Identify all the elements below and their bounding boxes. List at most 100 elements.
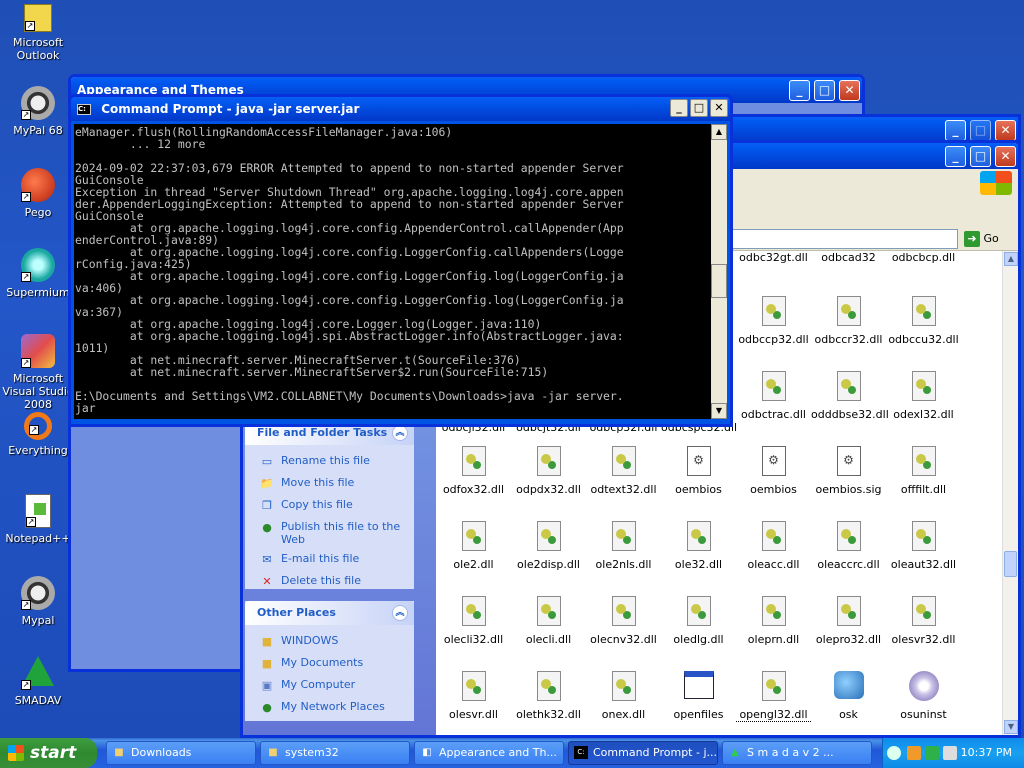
file-icon-wrap xyxy=(833,671,864,703)
file-item[interactable]: oleaut32.dll xyxy=(886,521,961,571)
file-item[interactable]: ole2disp.dll xyxy=(511,521,586,571)
scroll-up-arrow-icon[interactable]: ▲ xyxy=(1004,252,1018,266)
file-item[interactable]: oleprn.dll xyxy=(736,596,811,646)
file-item[interactable]: olecli.dll xyxy=(511,596,586,646)
file-item[interactable]: osk xyxy=(811,671,886,721)
file-item[interactable]: onex.dll xyxy=(586,671,661,721)
task-delete[interactable]: ✕ Delete this file xyxy=(245,571,414,593)
maximize-button[interactable]: □ xyxy=(814,80,835,101)
file-item[interactable]: odpdx32.dll xyxy=(511,446,586,496)
file-item[interactable]: odbccu32.dll xyxy=(886,296,961,346)
file-item[interactable]: olecli32.dll xyxy=(436,596,511,646)
desktop-icon-pego[interactable]: ↗ Pego xyxy=(0,168,76,219)
desktop-icon-visual-studio[interactable]: ↗ Microsoft Visual Studio 2008 xyxy=(0,334,76,411)
file-partial[interactable]: odbcbcp.dll xyxy=(886,251,961,264)
task-copy[interactable]: ❐ Copy this file xyxy=(245,495,414,517)
maximize-button[interactable]: □ xyxy=(970,120,991,141)
close-button[interactable]: ✕ xyxy=(995,120,1016,141)
file-partial[interactable]: odbc32gt.dll xyxy=(736,251,811,264)
minimize-button[interactable]: _ xyxy=(670,99,688,117)
file-item[interactable]: oembios xyxy=(736,446,811,496)
desktop-icon-outlook[interactable]: ↗ Microsoft Outlook xyxy=(0,4,76,62)
scroll-thumb[interactable] xyxy=(1004,551,1017,577)
other-places-header[interactable]: Other Places ︽ xyxy=(245,601,414,625)
task-email[interactable]: ✉ E-mail this file xyxy=(245,549,414,571)
file-item[interactable]: odfox32.dll xyxy=(436,446,511,496)
file-item[interactable]: olecnv32.dll xyxy=(586,596,661,646)
maximize-button[interactable]: □ xyxy=(690,99,708,117)
taskbar-item-system32[interactable]: ■ system32 xyxy=(260,741,410,765)
cmd-title-bar[interactable]: C: Command Prompt - java -jar server.jar… xyxy=(71,97,730,121)
tray-arrow-icon[interactable] xyxy=(887,746,901,760)
taskbar-item-command-prompt[interactable]: C: Command Prompt - j... xyxy=(568,741,718,765)
collapse-chevron-icon[interactable]: ︽ xyxy=(392,425,408,441)
close-button[interactable]: ✕ xyxy=(995,146,1016,167)
place-my-computer[interactable]: ▣ My Computer xyxy=(245,675,414,697)
place-windows[interactable]: ■ WINDOWS xyxy=(245,631,414,653)
file-item[interactable]: oledlg.dll xyxy=(661,596,736,646)
vertical-scrollbar[interactable]: ▲ ▼ xyxy=(1002,251,1018,735)
file-item[interactable]: oleacc.dll xyxy=(736,521,811,571)
minimize-button[interactable]: _ xyxy=(945,120,966,141)
place-my-documents[interactable]: ■ My Documents xyxy=(245,653,414,675)
close-button[interactable]: ✕ xyxy=(710,99,728,117)
start-button[interactable]: start xyxy=(0,738,97,768)
file-item[interactable]: odexl32.dll xyxy=(886,371,961,421)
task-rename[interactable]: ▭ Rename this file xyxy=(245,451,414,473)
cmd-scrollbar[interactable]: ▲ ▼ xyxy=(711,124,727,419)
tray-smadav-icon[interactable] xyxy=(925,746,939,760)
file-item[interactable]: offfilt.dll xyxy=(886,446,961,496)
scroll-thumb[interactable] xyxy=(711,264,727,298)
desktop-icon-mypal[interactable]: ↗ Mypal xyxy=(0,576,76,627)
minimize-button[interactable]: _ xyxy=(945,146,966,167)
file-item[interactable]: opengl32.dll xyxy=(736,671,811,722)
desktop-icon-supermium[interactable]: ↗ Supermium xyxy=(0,248,76,299)
file-item[interactable]: odbccp32.dll xyxy=(736,296,811,346)
file-item[interactable]: oleaccrc.dll xyxy=(811,521,886,571)
minimize-button[interactable]: _ xyxy=(789,80,810,101)
scroll-down-arrow-icon[interactable]: ▼ xyxy=(711,403,727,419)
file-item[interactable]: ole32.dll xyxy=(661,521,736,571)
file-item[interactable]: olepro32.dll xyxy=(811,596,886,646)
taskbar-item-appearance[interactable]: ◧ Appearance and Th... xyxy=(414,741,564,765)
email-icon: ✉ xyxy=(262,553,272,566)
scroll-down-arrow-icon[interactable]: ▼ xyxy=(1004,720,1018,734)
scroll-up-arrow-icon[interactable]: ▲ xyxy=(711,124,727,140)
close-button[interactable]: ✕ xyxy=(839,80,860,101)
desktop-icon-label: MyPal 68 xyxy=(13,124,63,137)
file-item[interactable]: olesvr.dll xyxy=(436,671,511,721)
file-item[interactable]: odbctrac.dll xyxy=(736,371,811,421)
desktop-icon-mypal68[interactable]: ↗ MyPal 68 xyxy=(0,86,76,137)
file-item[interactable]: odbccr32.dll xyxy=(811,296,886,346)
file-partial[interactable]: odbcad32 xyxy=(811,251,886,264)
collapse-chevron-icon[interactable]: ︽ xyxy=(392,605,408,621)
file-item[interactable]: ole2nls.dll xyxy=(586,521,661,571)
desktop-icon-notepadpp[interactable]: ↗ Notepad++ xyxy=(0,494,76,545)
place-network[interactable]: ● My Network Places xyxy=(245,697,414,719)
task-move[interactable]: 📁 Move this file xyxy=(245,473,414,495)
file-item[interactable]: openfiles xyxy=(661,671,736,721)
file-item[interactable]: oembios.sig xyxy=(811,446,886,496)
pego-icon: ↗ xyxy=(21,168,55,202)
command-prompt-window[interactable]: C: Command Prompt - java -jar server.jar… xyxy=(68,94,733,427)
console-output[interactable]: eManager.flush(RollingRandomAccessFileMa… xyxy=(74,124,712,419)
smadav-icon: ▲ xyxy=(731,747,739,758)
tray-app-icon[interactable] xyxy=(907,746,921,760)
desktop-icon-smadav[interactable]: ↗ SMADAV xyxy=(0,656,76,707)
file-item[interactable]: odddbse32.dll xyxy=(811,371,889,421)
maximize-button[interactable]: □ xyxy=(970,146,991,167)
file-item[interactable]: olesvr32.dll xyxy=(886,596,961,646)
file-item[interactable]: oembios xyxy=(661,446,736,496)
task-publish[interactable]: ● Publish this file to the Web xyxy=(245,517,414,549)
file-item[interactable]: olethk32.dll xyxy=(511,671,586,721)
file-item[interactable]: odtext32.dll xyxy=(586,446,661,496)
taskbar-item-downloads[interactable]: ■ Downloads xyxy=(106,741,256,765)
volume-icon[interactable] xyxy=(943,746,957,760)
file-item[interactable]: ole2.dll xyxy=(436,521,511,571)
file-item[interactable]: osuninst xyxy=(886,671,961,721)
file-icon-wrap xyxy=(759,371,789,403)
go-button[interactable]: ➜ Go xyxy=(964,229,1014,249)
desktop-icon-everything[interactable]: ↗ Everything xyxy=(0,412,76,457)
taskbar-item-smadav[interactable]: ▲ S m a d a v 2 ... xyxy=(722,741,872,765)
clock[interactable]: 10:37 PM xyxy=(961,738,1012,768)
